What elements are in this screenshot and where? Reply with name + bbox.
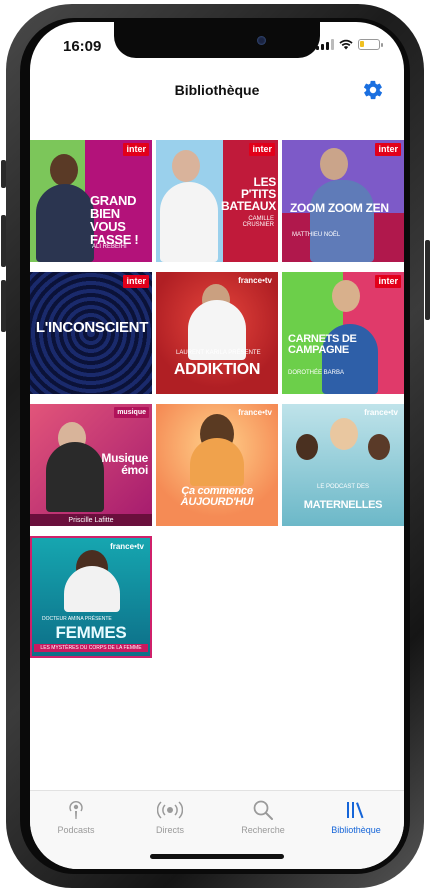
podcast-grid: inter GRAND BIEN VOUS FASSE ! ALI REBEIH… [30,140,404,658]
podcast-host: Priscille Lafitte [30,514,152,526]
battery-icon [358,39,383,50]
podcast-tile-ca-commence-aujourdhui[interactable]: france•tv Ça commence AUJOURD'HUI [156,404,278,526]
podcast-title: L'INCONSCIENT [35,319,149,336]
wifi-icon [339,39,353,50]
podcast-tile-grand-bien-vous-fasse[interactable]: inter GRAND BIEN VOUS FASSE ! ALI REBEIH… [30,140,152,262]
podcast-tile-les-maternelles[interactable]: france•tv LE PODCAST des MATERNELLES [282,404,404,526]
musique-logo: musique [114,407,149,418]
podcast-host: CAMILLE CRUSNIER [242,216,274,228]
tab-label: Bibliothèque [331,825,381,835]
podcast-title: ZOOM ZOOM ZEN [290,201,389,215]
podcast-host: DOCTEUR AMINA PRÉSENTE [42,616,112,622]
library-icon [347,802,364,819]
page-title: Bibliothèque [174,82,260,98]
francetv-logo: france•tv [110,542,144,551]
volume-down-button [1,280,6,332]
podcast-tile-musique-emoi[interactable]: musique Musique émoi Priscille Lafitte [30,404,152,526]
podcast-host: LE PODCAST des [317,484,369,490]
notch [114,22,320,58]
tab-label: Directs [155,825,184,835]
podcast-title: GRAND BIEN VOUS FASSE ! [90,193,139,247]
status-time: 16:09 [63,38,102,55]
tab-label: Recherche [241,825,285,835]
host-body [310,180,374,262]
francetv-logo: france•tv [364,408,398,417]
inter-logo: inter [375,275,401,288]
inter-logo: inter [123,275,149,288]
broadcast-icon [157,801,183,819]
inter-logo: inter [375,143,401,156]
host-body [36,184,94,262]
home-indicator[interactable] [150,854,284,859]
host-portrait [296,434,318,460]
podcast-title: LES P'TITS BATEAUX [220,175,276,213]
podcast-host: DOROTHÉE BARBA [288,370,345,376]
host-portrait [368,434,390,460]
podcast-title: Musique émoi [101,451,148,477]
host-portrait [320,148,348,180]
host-portrait [50,154,78,186]
host-body [190,438,244,486]
host-portrait [172,150,200,182]
podcast-tile-zoom-zoom-zen[interactable]: inter ZOOM ZOOM ZEN MATTHIEU NOËL [282,140,404,262]
tab-recherche[interactable]: Recherche [223,797,303,835]
podcast-title: FEMMES [55,623,127,642]
podcast-host: ALI REBEIHI [92,244,127,250]
silent-switch [1,160,6,188]
podcast-tile-linconscient[interactable]: inter L'INCONSCIENT [30,272,152,394]
tab-label: Podcasts [57,825,95,835]
gear-icon[interactable] [362,79,384,101]
podcast-title: ADDIKTION [173,361,261,378]
volume-up-button [1,215,6,267]
host-portrait [330,418,358,450]
podcast-title: MATERNELLES [303,499,383,511]
podcast-icon [69,801,83,819]
host-body [160,182,218,262]
podcast-tagline: LES MYSTÈRES DU CORPS DE LA FEMME [34,644,148,652]
podcast-title: Ça commence AUJOURD'HUI [180,485,254,508]
francetv-logo: france•tv [238,276,272,285]
podcast-host: LAURENT KARILA PRÉSENTE [176,350,261,356]
podcast-tile-les-ptits-bateaux[interactable]: inter LES P'TITS BATEAUX CAMILLE CRUSNIE… [156,140,278,262]
podcast-tile-addiktion[interactable]: france•tv LAURENT KARILA PRÉSENTE ADDIKT… [156,272,278,394]
inter-logo: inter [249,143,275,156]
search-icon [253,800,273,820]
tab-bar: Podcasts Directs Recherche Bibliothèque [30,790,404,869]
host-portrait [332,280,360,312]
podcast-tile-carnets-de-campagne[interactable]: inter CARNETS DE CAMPAGNE DOROTHÉE BARBA [282,272,404,394]
host-body [64,566,120,612]
app-screen: 16:09 Bibliothèque inter GRAND BIEN VOUS… [30,22,404,869]
tab-directs[interactable]: Directs [130,797,210,835]
podcast-tile-femmes[interactable]: france•tv DOCTEUR AMINA PRÉSENTE FEMMES … [30,536,152,658]
podcast-host: MATTHIEU NOËL [292,232,341,238]
power-button [425,240,430,320]
tab-podcasts[interactable]: Podcasts [36,797,116,835]
inter-logo: inter [123,143,149,156]
status-icons [316,39,383,50]
francetv-logo: france•tv [238,408,272,417]
front-camera [257,36,266,45]
tab-bibliotheque[interactable]: Bibliothèque [316,797,396,835]
podcast-title: CARNETS DE CAMPAGNE [288,333,357,356]
